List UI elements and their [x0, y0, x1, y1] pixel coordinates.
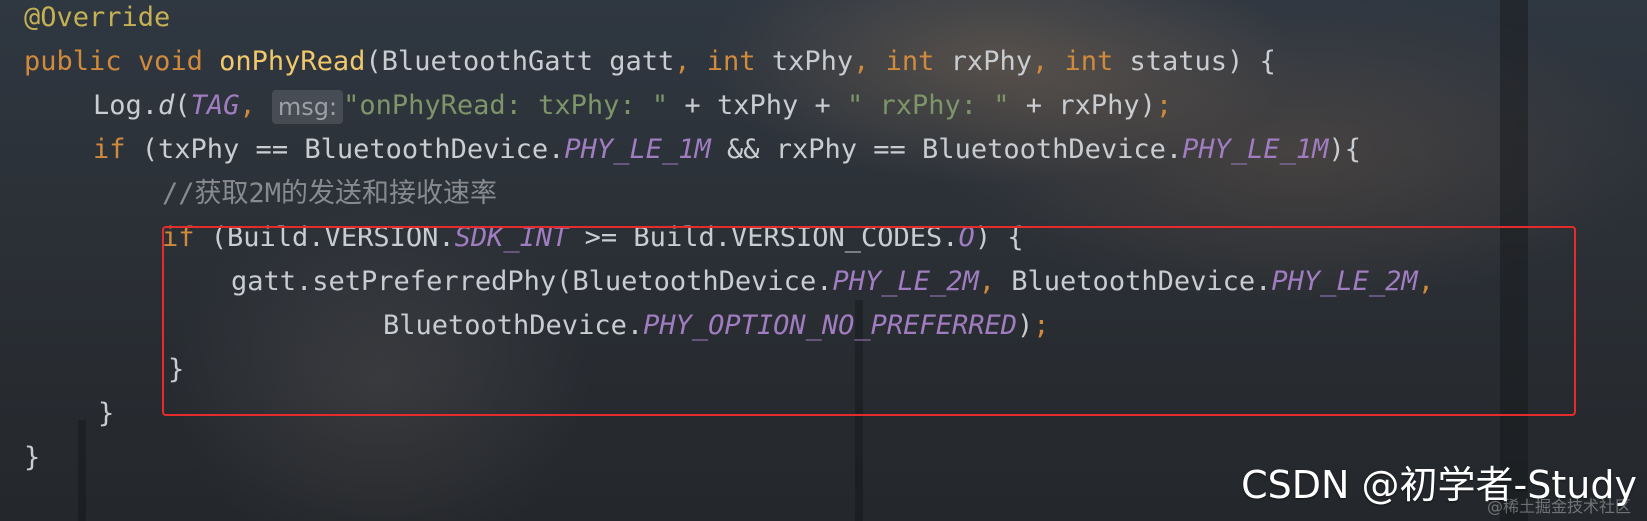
parameter-hint: msg: — [271, 89, 344, 124]
code-text: + txPhy + — [668, 90, 847, 121]
keyword: int — [706, 46, 756, 77]
override-annotation: @Override — [24, 2, 171, 33]
punctuation: ; — [1155, 90, 1173, 121]
code-line-10: } — [98, 392, 114, 436]
code-line-5: //获取2M的发送和接收速率 — [162, 172, 497, 216]
string-literal: "onPhyRead: txPhy: " — [343, 90, 669, 121]
code-editor[interactable]: @Override public void onPhyRead(Bluetoot… — [0, 0, 1647, 521]
code-text: status) { — [1113, 46, 1276, 77]
code-text: rxPhy — [934, 46, 1032, 77]
code-text: ){ — [1328, 134, 1361, 165]
keyword: int — [1064, 46, 1114, 77]
closing-brace: } — [98, 398, 115, 429]
constant: PHY_LE_1M — [564, 134, 711, 165]
code-line-2: public void onPhyRead(BluetoothGatt gatt… — [24, 40, 1276, 84]
code-comment: //获取2M的发送和接收速率 — [162, 178, 498, 209]
keyword: if — [93, 134, 126, 165]
juejin-watermark: @稀土掘金技术社区 — [1486, 497, 1631, 516]
code-text: Log. — [93, 90, 159, 121]
code-text: + rxPhy) — [1009, 90, 1156, 121]
constant: TAG — [190, 90, 240, 121]
code-text: txPhy — [755, 46, 854, 77]
code-text: (txPhy == BluetoothDevice. — [125, 134, 565, 165]
punctuation: , — [239, 90, 272, 121]
method-name: d — [158, 90, 175, 121]
string-literal: " rxPhy: " — [846, 90, 1010, 121]
code-line-1: @Override — [24, 0, 170, 40]
keyword: int — [885, 46, 935, 77]
code-line-11: } — [24, 436, 40, 480]
keyword: public — [24, 46, 122, 77]
punctuation: , — [1031, 46, 1065, 77]
code-line-3: Log.d(TAG, msg: "onPhyRead: txPhy: " + tx… — [93, 84, 1172, 128]
code-line-4: if (txPhy == BluetoothDevice.PHY_LE_1M &… — [93, 128, 1361, 172]
code-text: ( — [174, 90, 191, 121]
code-text: && rxPhy == BluetoothDevice. — [710, 134, 1183, 165]
closing-brace: } — [24, 442, 41, 473]
code-text: (BluetoothGatt gatt — [365, 46, 675, 77]
highlight-box — [162, 226, 1576, 416]
punctuation: , — [674, 46, 707, 77]
punctuation: , — [853, 46, 886, 77]
constant: PHY_LE_1M — [1182, 134, 1329, 165]
method-name: onPhyRead — [219, 46, 366, 77]
keyword: void — [137, 46, 203, 77]
